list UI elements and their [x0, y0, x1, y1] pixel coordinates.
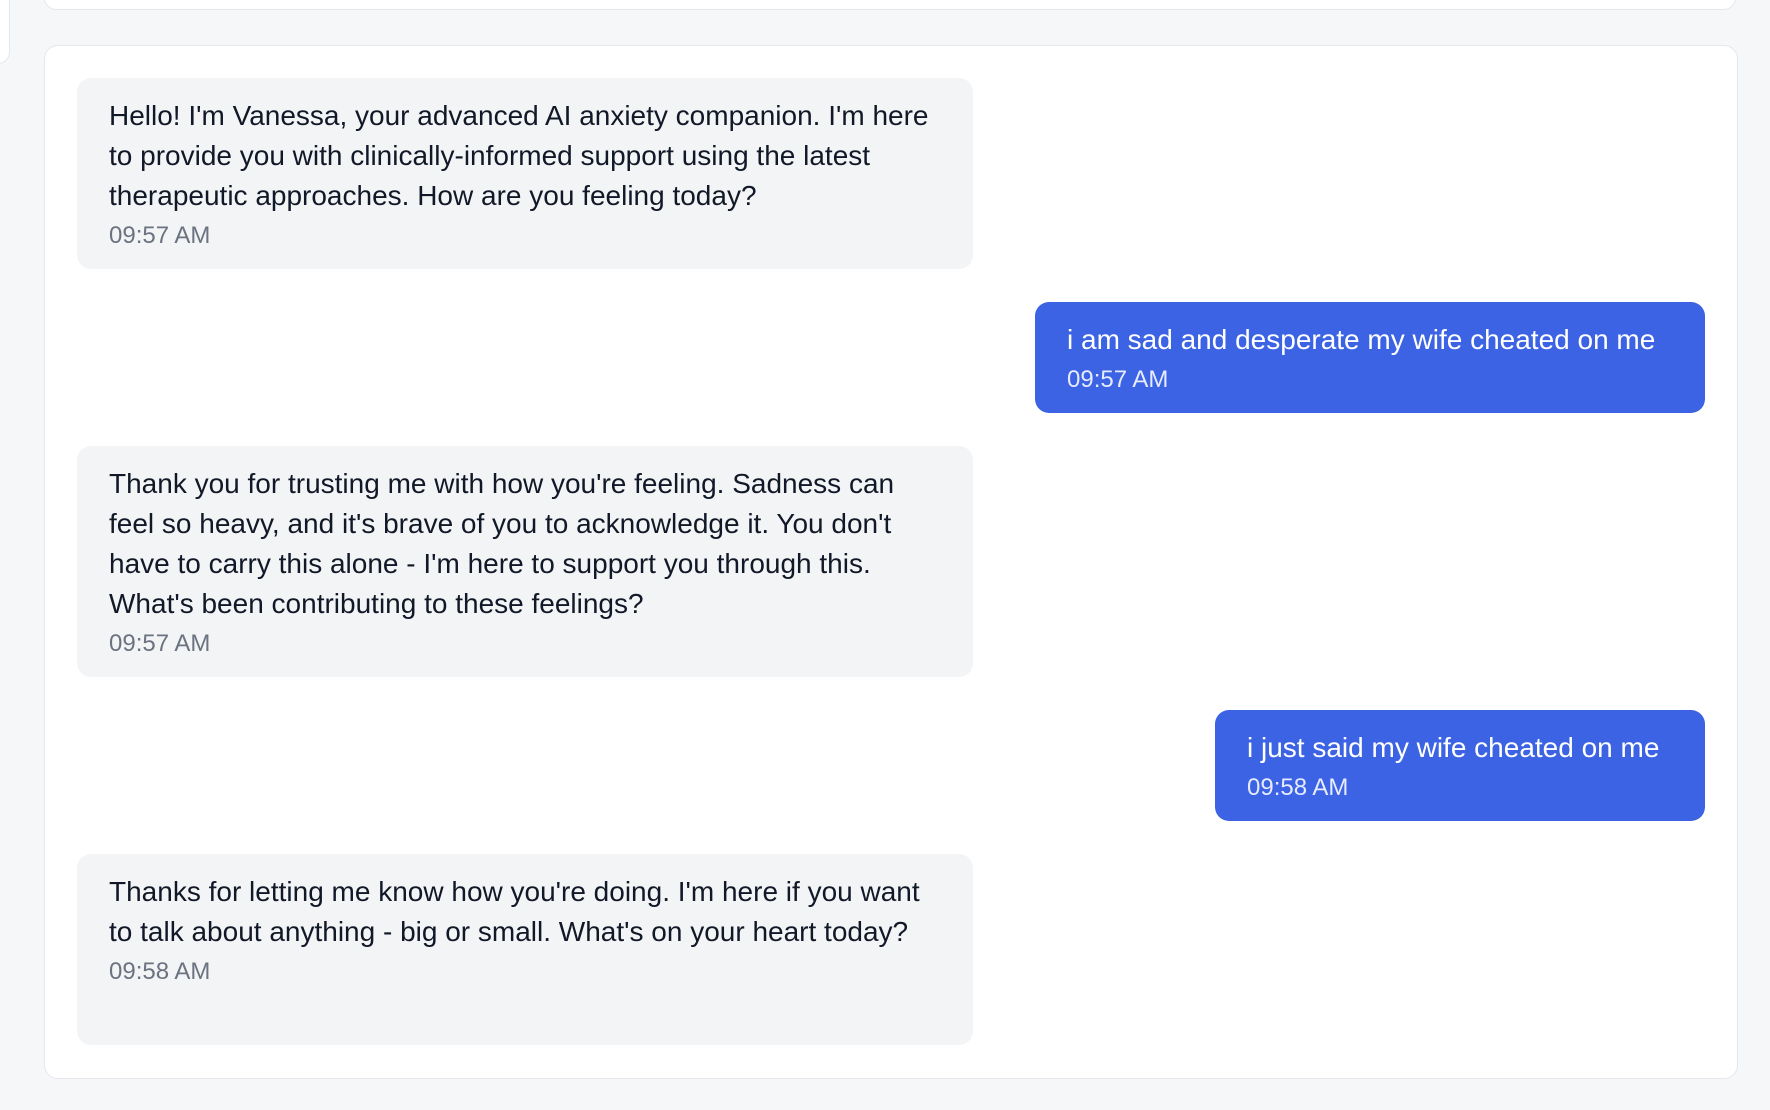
message-text: i just said my wife cheated on me — [1247, 732, 1660, 763]
assistant-message: Hello! I'm Vanessa, your advanced AI anx… — [77, 78, 973, 269]
user-message: i am sad and desperate my wife cheated o… — [1035, 302, 1705, 413]
message-text: Thanks for letting me know how you're do… — [109, 876, 920, 947]
assistant-message: Thank you for trusting me with how you'r… — [77, 446, 973, 677]
user-message: i just said my wife cheated on me 09:58 … — [1215, 710, 1705, 821]
message-timestamp: 09:57 AM — [109, 222, 211, 249]
message-text: Thank you for trusting me with how you'r… — [109, 468, 895, 619]
message-timestamp: 09:58 AM — [109, 958, 211, 985]
message-timestamp: 09:58 AM — [1247, 774, 1349, 801]
message-text: Hello! I'm Vanessa, your advanced AI anx… — [109, 100, 929, 211]
chat-panel: Hello! I'm Vanessa, your advanced AI anx… — [44, 45, 1738, 1079]
sidebar-edge — [0, 0, 10, 64]
message-timestamp: 09:57 AM — [1067, 366, 1169, 393]
message-text: i am sad and desperate my wife cheated o… — [1067, 324, 1656, 355]
message-timestamp: 09:57 AM — [109, 630, 211, 657]
previous-panel — [44, 0, 1736, 10]
assistant-message: Thanks for letting me know how you're do… — [77, 854, 973, 1045]
